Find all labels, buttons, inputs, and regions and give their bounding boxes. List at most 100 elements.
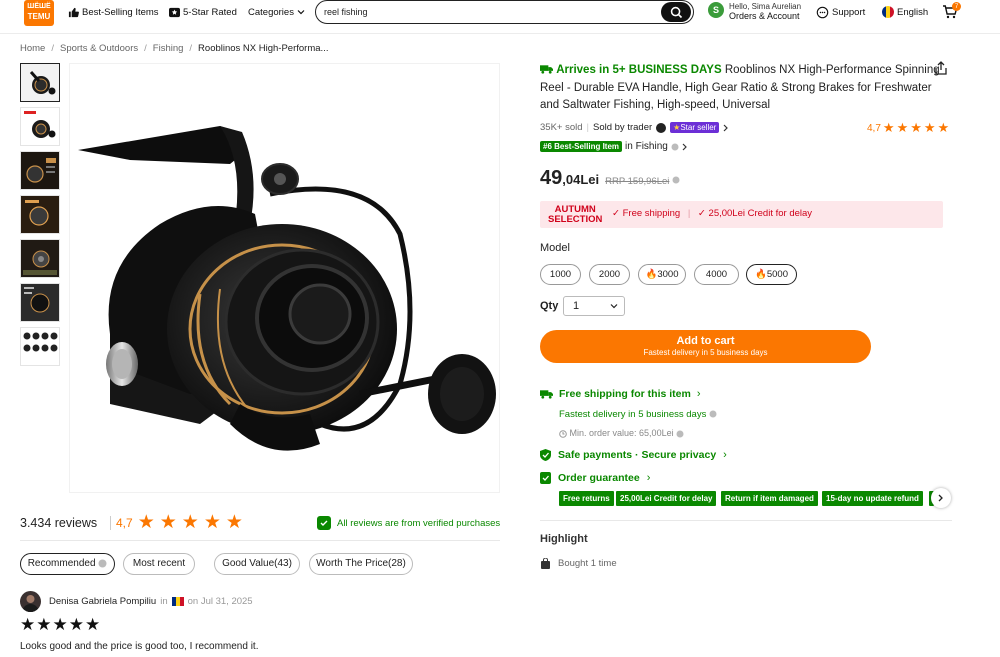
breadcrumb-home[interactable]: Home (20, 43, 45, 54)
check-icon: ✓ (697, 208, 706, 219)
model-option-1000[interactable]: 1000 (540, 264, 581, 285)
chips-scroll-right-button[interactable] (931, 488, 951, 508)
main-product-image[interactable] (69, 63, 500, 493)
add-to-cart-label: Add to cart (676, 335, 735, 347)
romania-flag-icon (171, 597, 184, 606)
filter-good-value[interactable]: Good Value(43) (214, 553, 300, 575)
free-shipping-title: Free shipping for this item (559, 388, 691, 400)
price-decimal: ,04Lei (562, 172, 600, 187)
guarantee-chip: Free returns (559, 491, 614, 506)
support-label: Support (832, 6, 866, 18)
promo-benefits: ✓ Free shipping | ✓ 25,00Lei Credit for … (612, 208, 812, 219)
price-integer: 49 (540, 167, 563, 189)
safe-payments-text: Safe payments · Secure privacy (558, 449, 717, 461)
search-icon (670, 6, 683, 19)
thumbs-up-icon (68, 7, 79, 18)
avatar[interactable] (20, 591, 41, 612)
free-shipping-row[interactable]: Free shipping for this item › (540, 388, 701, 400)
share-button[interactable] (934, 61, 948, 75)
logo-text: TEMU (27, 12, 51, 21)
add-to-cart-button[interactable]: Add to cart Fastest delivery in 5 busine… (540, 330, 871, 363)
thumbnail-6[interactable] (20, 283, 60, 322)
nav-label: Categories (248, 6, 294, 18)
order-guarantee-row[interactable]: Order guarantee › (540, 472, 650, 484)
chevron-right-icon[interactable] (723, 124, 729, 132)
thumbnail-3[interactable] (20, 151, 60, 190)
reel-grid-thumb-icon (23, 332, 58, 352)
star-icon: ★ (203, 512, 221, 533)
reviewer-name[interactable]: Denisa Gabriela Pompiliu (49, 596, 156, 607)
reviews-count[interactable]: 3.434 reviews (20, 516, 97, 530)
review-text: Looks good and the price is good too, I … (20, 641, 259, 652)
nav-five-star[interactable]: 5-Star Rated (169, 4, 237, 20)
support-link[interactable]: Support (816, 4, 865, 20)
thumbnail-2[interactable] (20, 107, 60, 146)
language-selector[interactable]: English (882, 4, 928, 20)
model-label: Model (540, 242, 570, 254)
star-icon: ★ (882, 120, 895, 135)
review-in-word: in (160, 596, 168, 607)
search-button[interactable] (661, 2, 691, 22)
chat-support-icon (816, 6, 829, 19)
category-link: in Fishing (625, 141, 668, 152)
highlight-text: Bought 1 time (558, 558, 617, 569)
breadcrumb-separator: / (51, 43, 54, 54)
romania-flag-icon (882, 6, 894, 18)
search-input[interactable] (324, 4, 654, 20)
chevron-down-icon (297, 8, 305, 16)
filter-worth-the-price[interactable]: Worth The Price(28) (309, 553, 413, 575)
model-label-text: 4000 (705, 269, 728, 280)
model-option-4000[interactable]: 4000 (694, 264, 739, 285)
filter-recommended[interactable]: Recommended (20, 553, 115, 575)
bestselling-row[interactable]: #6 Best-Selling Item in Fishing (540, 141, 688, 152)
spinning-reel-illustration (78, 126, 496, 451)
language-label: English (897, 6, 929, 18)
reel-thumb-icon (24, 111, 56, 138)
temu-logo[interactable]: ШЁШЁ TEMU (24, 0, 54, 26)
fastest-delivery: Fastest delivery in 5 business days (559, 409, 717, 420)
model-option-3000[interactable]: 🔥3000 (638, 264, 686, 285)
star-icon: ★ (910, 120, 922, 135)
min-order-text: Min. order value: 65,00Lei (569, 428, 674, 438)
filter-most-recent[interactable]: Most recent (123, 553, 195, 575)
sold-count: 35K+ sold (540, 122, 583, 133)
model-label-text: 2000 (598, 269, 621, 280)
breadcrumb-sports[interactable]: Sports & Outdoors (60, 43, 138, 54)
autumn-selection-banner[interactable]: AUTUMN SELECTION ✓ Free shipping | ✓ 25,… (540, 201, 943, 228)
thumbnail-1[interactable] (20, 63, 60, 102)
half-star-icon: ★ (225, 512, 243, 533)
thumbnail-5[interactable] (20, 239, 60, 278)
nav-label: 5-Star Rated (183, 6, 237, 18)
thumbnail-4[interactable] (20, 195, 60, 234)
breadcrumb-current: Rooblinos NX High-Performa... (198, 43, 329, 54)
info-icon (709, 410, 717, 418)
cart-button[interactable]: 7 (942, 2, 962, 20)
sold-by-link[interactable]: Sold by trader (593, 122, 652, 133)
safe-payments-row[interactable]: Safe payments · Secure privacy › (540, 449, 727, 461)
section-divider (20, 540, 500, 541)
qty-select[interactable]: 1 (563, 296, 625, 316)
review-date: on Jul 31, 2025 (187, 596, 253, 607)
star-icon: ★ (159, 512, 177, 533)
fire-icon: 🔥 (645, 269, 658, 280)
star-seller-badge: ★Star seller (670, 122, 720, 133)
model-option-2000[interactable]: 2000 (589, 264, 630, 285)
reel-thumb-icon (29, 71, 56, 95)
arrives-text: Arrives in 5+ BUSINESS DAYS (556, 64, 722, 76)
nav-best-selling[interactable]: Best-Selling Items (68, 4, 159, 20)
nav-categories[interactable]: Categories (248, 4, 305, 20)
search-bar (315, 0, 694, 24)
breadcrumb-fishing[interactable]: Fishing (153, 43, 184, 54)
product-rating[interactable]: 4,7 ★ ★ ★ ★ ★ (867, 120, 949, 136)
reel-thumb-icon (21, 240, 59, 277)
model-option-5000[interactable]: 🔥5000 (746, 264, 797, 285)
avatar[interactable]: S (708, 2, 724, 18)
star-icon: ★ (85, 615, 101, 634)
orders-account-link[interactable]: Orders & Account (729, 11, 800, 21)
fire-icon: 🔥 (755, 269, 767, 280)
info-icon[interactable] (672, 176, 680, 184)
thumbnail-7[interactable] (20, 327, 60, 366)
star-box-icon (169, 7, 180, 18)
divider (110, 516, 111, 530)
share-icon (934, 61, 948, 75)
